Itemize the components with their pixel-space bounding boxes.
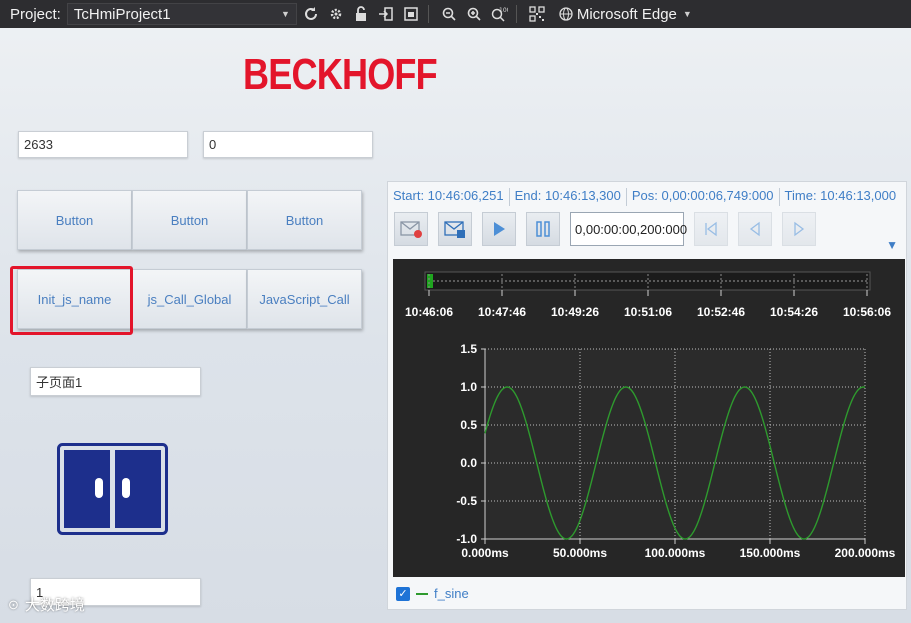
trend-start: Start: 10:46:06,251 xyxy=(388,188,510,206)
trend-toolbar: 0,00:00:00,200:000 xyxy=(394,212,826,246)
pause-button[interactable] xyxy=(526,212,560,246)
watermark-logo-icon: ⊙ xyxy=(8,596,19,612)
globe-icon xyxy=(555,3,577,25)
pause-icon xyxy=(536,221,550,237)
legend-label: f_sine xyxy=(434,586,469,601)
browser-dropdown[interactable]: Microsoft Edge ▼ xyxy=(552,3,692,25)
lock-icon[interactable] xyxy=(350,3,372,25)
record-button[interactable] xyxy=(394,212,428,246)
step-forward-icon xyxy=(794,221,805,237)
button-row-2: Init_js_name js_Call_Global JavaScript_C… xyxy=(17,269,362,329)
trend-pos: Pos: 0,00:00:06,749:000 xyxy=(627,188,780,206)
export-icon xyxy=(444,221,465,238)
chevron-down-icon: ▼ xyxy=(280,9,290,19)
trend-chart: 10:46:06 10:47:46 10:49:26 10:51:06 10:52:46… xyxy=(405,271,896,560)
project-dropdown[interactable]: TcHmiProject1 ▼ xyxy=(66,3,297,25)
interval-input[interactable]: 0,00:00:00,200:000 xyxy=(570,212,687,246)
overview-window[interactable] xyxy=(427,274,433,288)
y-tick-label: 1.5 xyxy=(460,342,477,356)
step-back-button[interactable] xyxy=(738,212,772,246)
zoom-out-icon[interactable] xyxy=(438,3,460,25)
overview-tick-label: 10:54:26 xyxy=(770,305,818,319)
trend-time: Time: 10:46:13,000 xyxy=(784,188,897,203)
chart-legend: ✓ f_sine xyxy=(396,586,469,601)
step-forward-button[interactable] xyxy=(782,212,816,246)
watermark: ⊙ 大数跨境 xyxy=(8,594,85,615)
js-call-global-button[interactable]: js_Call_Global xyxy=(132,269,247,329)
overview-tick-label: 10:47:46 xyxy=(478,305,526,319)
collapse-arrow-icon[interactable]: ▼ xyxy=(886,238,898,252)
qr-code-icon[interactable] xyxy=(526,3,548,25)
record-icon xyxy=(400,221,422,238)
value-textbox-b[interactable]: 0 xyxy=(203,131,373,158)
watermark-text: 大数跨境 xyxy=(24,597,85,614)
x-tick-label: 50.000ms xyxy=(553,546,607,560)
value-textbox-a[interactable]: 2633 xyxy=(18,131,188,158)
step-back-icon xyxy=(749,221,760,237)
subpage-textbox[interactable]: 子页面1 xyxy=(30,367,201,396)
y-tick-label: -0.5 xyxy=(456,494,477,508)
zoom-in-icon[interactable] xyxy=(463,3,485,25)
beckhoff-logo: BECKHOFF xyxy=(243,50,438,99)
button-2[interactable]: Button xyxy=(132,190,247,250)
project-value: TcHmiProject1 xyxy=(73,5,171,23)
y-tick-label: 0.0 xyxy=(460,456,477,470)
go-start-button[interactable] xyxy=(694,212,728,246)
toolbar-separator xyxy=(427,5,429,23)
project-label: Project: xyxy=(10,5,61,23)
x-tick-label: 100.000ms xyxy=(645,546,706,560)
login-icon[interactable] xyxy=(375,3,397,25)
overview-tick-label: 10:46:06 xyxy=(405,305,453,319)
legend-swatch xyxy=(416,592,428,595)
x-tick-label: 200.000ms xyxy=(835,546,896,560)
overview-tick-label: 10:51:06 xyxy=(624,305,672,319)
trend-end: End: 10:46:13,300 xyxy=(510,188,627,206)
refresh-icon[interactable] xyxy=(300,3,322,25)
button-row-1: Button Button Button xyxy=(17,190,362,250)
button-1[interactable]: Button xyxy=(17,190,132,250)
trend-control: Start: 10:46:06,251 End: 10:46:13,300 Po… xyxy=(387,181,907,610)
cabinet-door-icon[interactable] xyxy=(57,443,168,535)
trend-info-bar: Start: 10:46:06,251 End: 10:46:13,300 Po… xyxy=(388,188,908,206)
y-tick-label: 1.0 xyxy=(460,380,477,394)
legend-checkbox[interactable]: ✓ xyxy=(396,586,410,601)
zoom-100-icon[interactable]: 100 xyxy=(488,3,510,25)
x-tick-label: 0.000ms xyxy=(461,546,509,560)
y-tick-label: 0.5 xyxy=(460,418,477,432)
y-tick-label: -1.0 xyxy=(456,532,477,546)
plot-background xyxy=(485,349,865,539)
init-js-name-button[interactable]: Init_js_name xyxy=(17,269,132,329)
export-button[interactable] xyxy=(438,212,472,246)
overview-tick-label: 10:49:26 xyxy=(551,305,599,319)
x-tick-label: 150.000ms xyxy=(740,546,801,560)
overview-tick-label: 10:52:46 xyxy=(697,305,745,319)
window-icon[interactable] xyxy=(400,3,422,25)
javascript-call-button[interactable]: JavaScript_Call xyxy=(247,269,362,329)
chevron-down-icon: ▼ xyxy=(682,9,692,19)
browser-label: Microsoft Edge xyxy=(576,5,677,23)
skip-start-icon xyxy=(705,221,717,237)
toolbar-separator xyxy=(515,5,517,23)
svg-text:100: 100 xyxy=(499,7,508,14)
gear-icon[interactable] xyxy=(325,3,347,25)
overview-tick-label: 10:56:06 xyxy=(843,305,891,319)
play-button[interactable] xyxy=(482,212,516,246)
chart-area: 10:46:06 10:47:46 10:49:26 10:51:06 10:52:46… xyxy=(393,259,905,577)
play-icon xyxy=(494,222,505,236)
button-3[interactable]: Button xyxy=(247,190,362,250)
top-toolbar: Project: TcHmiProject1 ▼ 100 Microsoft E… xyxy=(0,0,911,28)
